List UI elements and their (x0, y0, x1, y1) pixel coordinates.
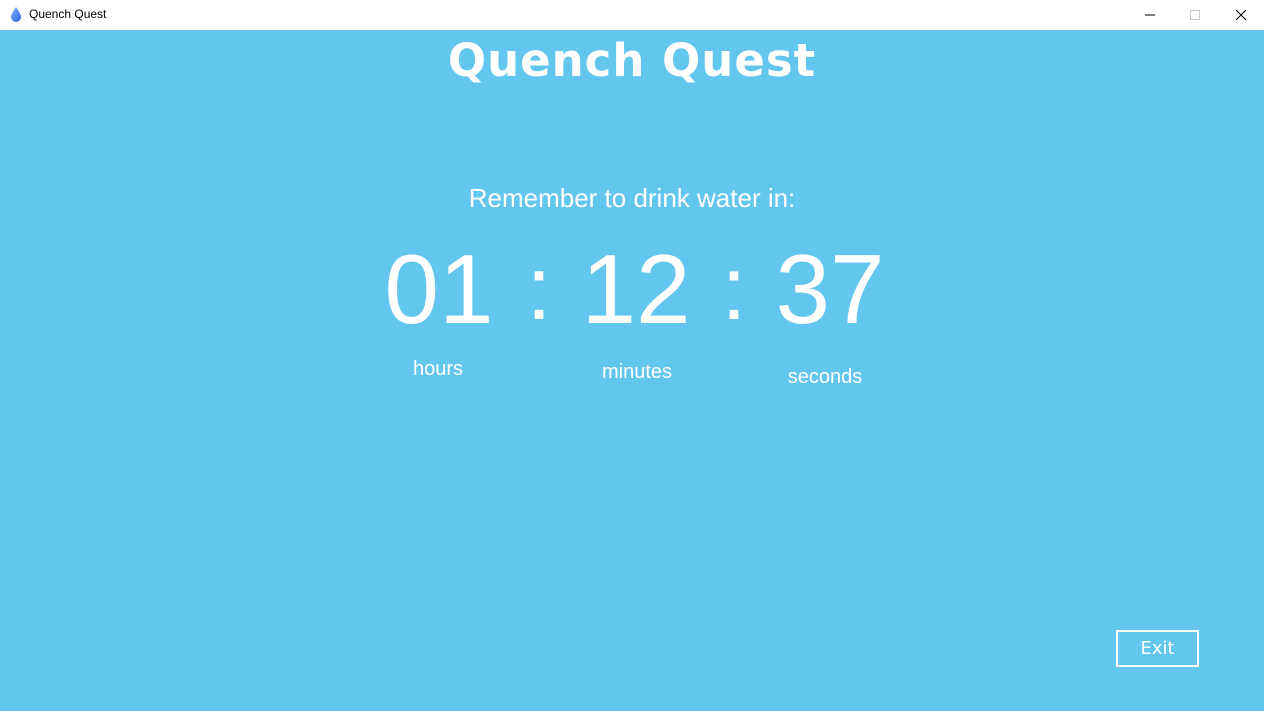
time-separator: : (526, 239, 552, 339)
minimize-icon (1145, 14, 1155, 16)
seconds-label: seconds (787, 366, 863, 388)
hours-label: hours (412, 358, 464, 380)
exit-button[interactable]: Exit (1116, 630, 1199, 667)
title-bar[interactable]: Quench Quest (0, 0, 1264, 30)
water-drop-icon (11, 7, 21, 22)
close-button[interactable] (1218, 0, 1264, 30)
close-icon (1236, 10, 1246, 20)
minutes-value: 12 (581, 234, 691, 344)
seconds-value: 37 (775, 234, 885, 344)
reminder-prompt: Remember to drink water in: (468, 183, 796, 213)
maximize-icon (1190, 10, 1200, 20)
window-title: Quench Quest (29, 7, 107, 21)
hours-value: 01 (384, 234, 494, 344)
minimize-button[interactable] (1127, 0, 1173, 30)
app-window: Quench Quest Quench Quest Remember to dr… (0, 0, 1264, 711)
app-title: Quench Quest (447, 34, 817, 87)
maximize-button[interactable] (1172, 0, 1218, 30)
minutes-label: minutes (601, 361, 673, 383)
time-separator: : (721, 239, 747, 339)
